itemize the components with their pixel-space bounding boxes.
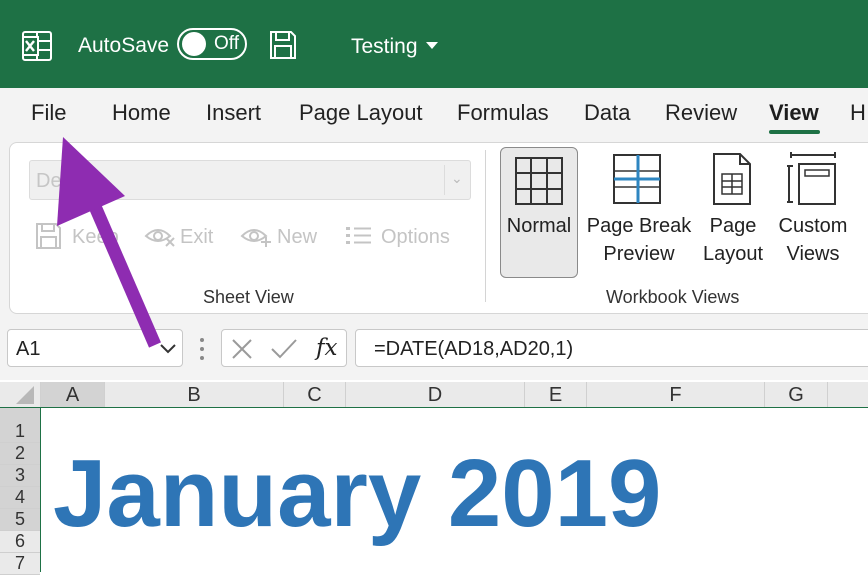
column-header-b[interactable]: B: [105, 382, 284, 408]
custom-views-label-line2: Views: [786, 243, 840, 265]
active-tab-underline: [769, 130, 820, 134]
name-box-chevron-down-icon[interactable]: [160, 344, 176, 354]
page-layout-icon: [713, 153, 751, 205]
sheet-view-dropdown-divider: [444, 165, 445, 195]
autosave-toggle[interactable]: Off: [177, 28, 247, 60]
merged-cell-a1[interactable]: January 2019: [42, 409, 868, 572]
page-layout-label-line1: Page: [709, 215, 757, 237]
normal-label: Normal: [506, 215, 572, 237]
formula-actions: fx: [221, 329, 347, 367]
tab-formulas[interactable]: Formulas: [457, 100, 549, 126]
eye-exit-icon: [144, 229, 175, 247]
column-header-f[interactable]: F: [587, 382, 765, 408]
keep-label: Keep: [72, 226, 119, 248]
autosave-label: AutoSave: [78, 34, 170, 57]
page-break-icon: [613, 154, 661, 204]
filename-chevron-down-icon[interactable]: [426, 42, 438, 49]
sheet-view-dropdown: De ⌄: [29, 160, 471, 200]
toggle-knob: [182, 32, 206, 56]
tab-review[interactable]: Review: [665, 100, 737, 126]
column-header-c[interactable]: C: [284, 382, 346, 408]
toggle-state-label: Off: [214, 33, 239, 54]
insert-function-icon[interactable]: fx: [316, 335, 337, 361]
row-header-4[interactable]: 4: [0, 487, 40, 509]
formula-input[interactable]: =DATE(AD18,AD20,1): [355, 329, 868, 367]
column-header-h[interactable]: [828, 382, 868, 408]
page-break-preview-label-line1: Page Break: [586, 215, 692, 237]
month-title-text: January 2019: [53, 440, 662, 547]
tab-page-layout[interactable]: Page Layout: [299, 100, 423, 126]
normal-grid-icon: [515, 157, 563, 205]
row-header-right-line: [40, 408, 41, 572]
row-header-6[interactable]: 6: [0, 531, 40, 553]
exit-label: Exit: [180, 226, 214, 248]
more-options-icon[interactable]: [200, 338, 204, 360]
select-all-corner[interactable]: [0, 382, 41, 408]
formula-text: =DATE(AD18,AD20,1): [374, 338, 574, 360]
custom-views-icon: [787, 152, 836, 205]
column-header-d[interactable]: D: [346, 382, 525, 408]
excel-logo-icon[interactable]: [22, 31, 52, 61]
tab-view[interactable]: View: [769, 100, 819, 126]
tab-home[interactable]: Home: [112, 100, 171, 126]
row-header-top: [0, 408, 40, 421]
file-name[interactable]: Testing: [351, 35, 418, 59]
name-box[interactable]: A1: [7, 329, 183, 367]
column-header-e[interactable]: E: [525, 382, 587, 408]
row-header-3[interactable]: 3: [0, 465, 40, 487]
custom-views-label-line1: Custom: [778, 215, 848, 237]
workbook-views-group-label: Workbook Views: [606, 287, 740, 307]
tab-data[interactable]: Data: [584, 100, 630, 126]
enter-check-icon[interactable]: [270, 337, 298, 361]
options-label: Options: [381, 226, 450, 248]
save-icon[interactable]: [269, 30, 297, 60]
row-header-1[interactable]: 1: [0, 421, 40, 443]
tab-file[interactable]: File: [31, 100, 66, 126]
row-header-2[interactable]: 2: [0, 443, 40, 465]
header-bottom-line: [0, 407, 868, 408]
list-options-icon: [346, 227, 371, 244]
new-label: New: [277, 226, 318, 248]
name-box-value: A1: [16, 338, 41, 360]
eye-add-icon: [240, 229, 271, 247]
keep-save-icon: [36, 223, 61, 249]
group-separator: [485, 150, 486, 302]
column-header-g[interactable]: G: [765, 382, 828, 408]
sheet-view-group-label: Sheet View: [203, 287, 294, 307]
tab-insert[interactable]: Insert: [206, 100, 261, 126]
page-break-preview-label-line2: Preview: [603, 243, 675, 265]
column-header-a[interactable]: A: [41, 382, 105, 408]
sheet-view-dropdown-value: De: [36, 170, 62, 192]
page-layout-label-line2: Layout: [702, 243, 764, 265]
row-header-5[interactable]: 5: [0, 509, 40, 531]
tab-help[interactable]: H: [850, 100, 866, 126]
cancel-x-icon[interactable]: [230, 337, 254, 361]
chevron-down-icon: ⌄: [451, 170, 463, 186]
